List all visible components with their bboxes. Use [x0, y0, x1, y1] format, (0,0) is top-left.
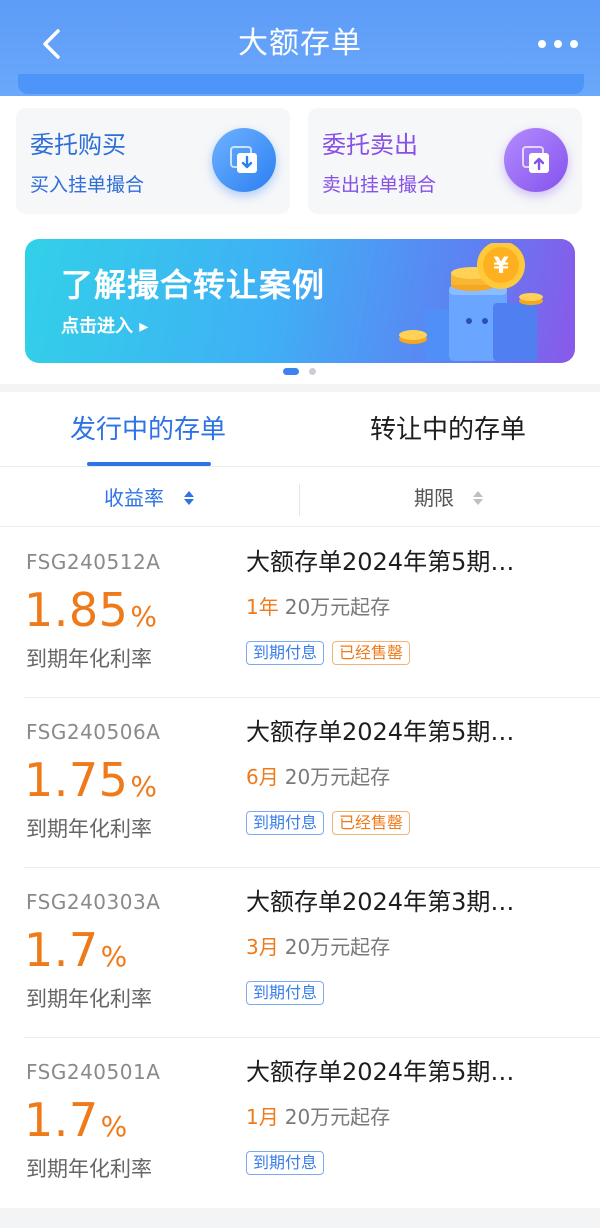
min-amount: 20万元起存 — [284, 765, 391, 789]
rate-unit: % — [100, 1110, 128, 1143]
rate-value: 1.7 — [24, 923, 99, 977]
product-name: 大额存单2024年第3期… — [246, 888, 515, 916]
section-divider — [0, 384, 600, 392]
dot-icon — [554, 40, 562, 48]
banner-title: 了解撮合转让案例 — [61, 266, 326, 304]
tag-sold-out: 已经售罄 — [332, 641, 411, 665]
carousel-dot-active[interactable] — [283, 368, 299, 375]
term-info: 1年 20万元起存 — [246, 592, 390, 622]
product-code: FSG240303A — [26, 890, 161, 914]
tag-group: 到期付息 — [246, 1151, 332, 1175]
entrust-buy-title: 委托购买 — [30, 131, 126, 159]
tag-sold-out: 已经售罄 — [332, 811, 411, 835]
annual-rate: 1.85% — [24, 582, 157, 649]
term-value: 1月 — [246, 1105, 279, 1129]
term-info: 6月 20万元起存 — [246, 762, 390, 792]
tag-interest-at-maturity: 到期付息 — [246, 811, 325, 835]
entrust-sell-card[interactable]: 委托卖出 卖出挂单撮合 — [308, 108, 582, 214]
min-amount: 20万元起存 — [284, 935, 391, 959]
rate-label: 到期年化利率 — [26, 987, 152, 1011]
rate-value: 1.7 — [24, 1093, 99, 1147]
rate-unit: % — [100, 940, 128, 973]
annual-rate: 1.7% — [24, 922, 127, 989]
term-value: 6月 — [246, 765, 279, 789]
rate-label: 到期年化利率 — [26, 1157, 152, 1181]
product-row[interactable]: FSG240506A 1.75% 到期年化利率 大额存单2024年第5期… 6月… — [0, 698, 600, 868]
entrust-sell-title: 委托卖出 — [322, 131, 418, 159]
dot-icon — [570, 40, 578, 48]
tag-group: 到期付息 已经售罄 — [246, 641, 418, 665]
promo-banner[interactable]: 了解撮合转让案例 点击进入 ▸ ¥ — [25, 239, 575, 363]
product-name: 大额存单2024年第5期… — [246, 548, 515, 576]
page-title: 大额存单 — [238, 26, 362, 61]
tag-interest-at-maturity: 到期付息 — [246, 641, 325, 665]
rate-value: 1.75 — [24, 753, 129, 807]
sort-arrows-icon — [184, 491, 194, 505]
rate-unit: % — [130, 770, 158, 803]
rate-label: 到期年化利率 — [26, 647, 152, 671]
more-menu-button[interactable] — [536, 30, 580, 58]
tab-issuing-deposits[interactable]: 发行中的存单 — [70, 400, 226, 460]
product-code: FSG240501A — [26, 1060, 161, 1084]
product-row[interactable]: FSG240501A 1.7% 到期年化利率 大额存单2024年第5期… 1月 2… — [0, 1038, 600, 1208]
sort-by-rate-button[interactable]: 收益率 — [104, 478, 164, 518]
dot-icon — [538, 40, 546, 48]
buy-order-icon — [212, 128, 276, 192]
yen-symbol: ¥ — [493, 254, 509, 279]
term-value: 1年 — [246, 595, 279, 619]
product-name: 大额存单2024年第5期… — [246, 718, 515, 746]
sort-by-term-button[interactable]: 期限 — [414, 478, 454, 518]
term-info: 3月 20万元起存 — [246, 932, 390, 962]
header-strip — [18, 74, 584, 94]
coin-stack-illustration: ¥ — [399, 243, 543, 361]
tabs-divider — [0, 466, 600, 467]
rate-value: 1.85 — [24, 583, 129, 637]
carousel-dot[interactable] — [309, 368, 316, 375]
sell-order-icon — [504, 128, 568, 192]
tag-interest-at-maturity: 到期付息 — [246, 981, 325, 1005]
product-row[interactable]: FSG240303A 1.7% 到期年化利率 大额存单2024年第3期… 3月 2… — [0, 868, 600, 1038]
tab-transfer-deposits[interactable]: 转让中的存单 — [370, 400, 526, 460]
product-code: FSG240506A — [26, 720, 161, 744]
sort-bar-divider — [0, 526, 600, 527]
term-info: 1月 20万元起存 — [246, 1102, 390, 1132]
entrust-sell-subtitle: 卖出挂单撮合 — [322, 174, 437, 196]
rate-label: 到期年化利率 — [26, 817, 152, 841]
product-row[interactable]: FSG240512A 1.85% 到期年化利率 大额存单2024年第5期… 1年… — [0, 528, 600, 698]
sort-divider — [299, 484, 300, 516]
min-amount: 20万元起存 — [284, 1105, 391, 1129]
rate-unit: % — [130, 600, 158, 633]
tag-interest-at-maturity: 到期付息 — [246, 1151, 325, 1175]
list-footer — [0, 1208, 600, 1228]
annual-rate: 1.7% — [24, 1092, 127, 1159]
tag-group: 到期付息 已经售罄 — [246, 811, 418, 835]
product-code: FSG240512A — [26, 550, 161, 574]
banner-enter-link[interactable]: 点击进入 ▸ — [61, 315, 148, 339]
min-amount: 20万元起存 — [284, 595, 391, 619]
entrust-buy-card[interactable]: 委托购买 买入挂单撮合 — [16, 108, 290, 214]
entrust-buy-subtitle: 买入挂单撮合 — [30, 174, 145, 196]
product-name: 大额存单2024年第5期… — [246, 1058, 515, 1086]
annual-rate: 1.75% — [24, 752, 157, 819]
term-value: 3月 — [246, 935, 279, 959]
sort-arrows-icon — [473, 491, 483, 505]
tag-group: 到期付息 — [246, 981, 332, 1005]
